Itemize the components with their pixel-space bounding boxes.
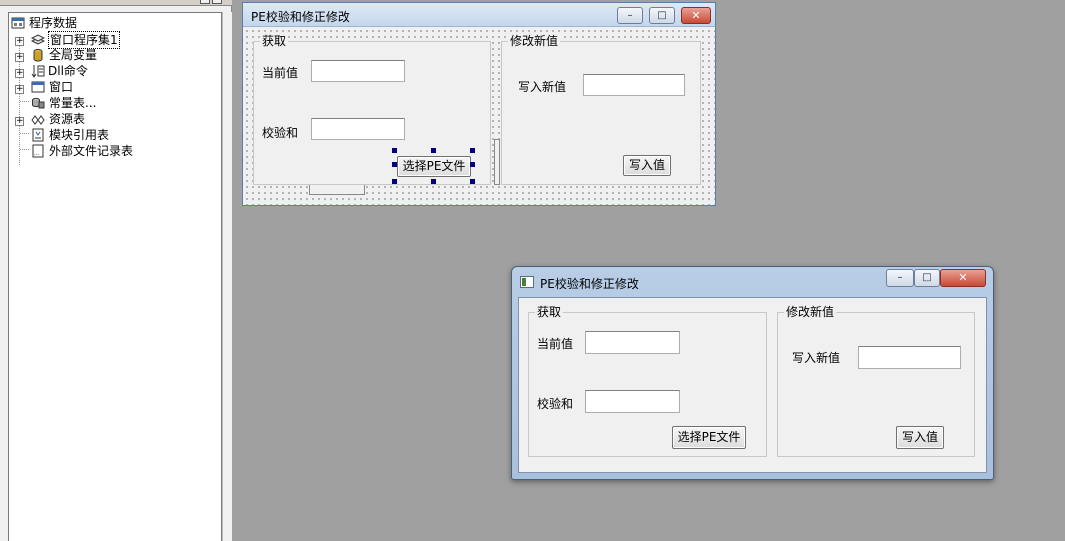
dll-command-icon bbox=[31, 65, 45, 78]
preview-write-value-button[interactable]: 写入值 bbox=[896, 426, 944, 449]
selection-handle[interactable] bbox=[392, 148, 397, 153]
get-groupbox[interactable]: 获取 当前值 校验和 选择PE文件 bbox=[253, 34, 491, 185]
program-data-icon bbox=[11, 17, 25, 29]
checksum-input[interactable] bbox=[311, 118, 405, 140]
svg-text:...: ... bbox=[34, 150, 40, 157]
close-icon: ✕ bbox=[958, 271, 968, 284]
preview-current-value-input[interactable] bbox=[585, 331, 680, 354]
preview-get-group-title: 获取 bbox=[535, 305, 564, 319]
selection-handle[interactable] bbox=[392, 162, 397, 167]
expand-toggle-window[interactable]: + bbox=[15, 85, 24, 94]
preview-close-button[interactable]: ✕ bbox=[940, 269, 986, 287]
selection-handle[interactable] bbox=[392, 179, 397, 184]
constant-table-icon bbox=[32, 97, 45, 109]
preview-new-value-input[interactable] bbox=[858, 346, 961, 369]
panel-topbar bbox=[0, 0, 232, 6]
preview-title: PE校验和修正修改 bbox=[540, 277, 639, 291]
tree-root[interactable]: 程序数据 bbox=[11, 15, 131, 31]
tree-item-label: 全局变量 bbox=[49, 48, 98, 62]
tree-item-module-ref[interactable]: 模块引用表 bbox=[31, 127, 141, 143]
tree-item-dll-command[interactable]: Dll命令 bbox=[31, 63, 141, 79]
maximize-icon: □ bbox=[922, 272, 932, 283]
resource-table-icon bbox=[31, 115, 45, 125]
divider-control[interactable] bbox=[494, 139, 500, 185]
window-icon bbox=[31, 81, 45, 93]
assembly-icon bbox=[31, 34, 45, 45]
global-var-icon bbox=[33, 49, 43, 62]
module-ref-icon bbox=[32, 128, 44, 142]
selection-handle[interactable] bbox=[470, 179, 475, 184]
preview-client-area: 获取 当前值 校验和 选择PE文件 修改新值 写入新值 写入值 bbox=[518, 297, 987, 473]
hidden-control-fragment[interactable] bbox=[309, 185, 365, 195]
tree-item-global-var[interactable]: 全局变量 bbox=[31, 47, 141, 63]
minimize-icon: – bbox=[627, 10, 633, 21]
current-value-label: 当前值 bbox=[262, 66, 299, 80]
designer-close-button[interactable]: ✕ bbox=[681, 7, 711, 24]
write-new-value-label: 写入新值 bbox=[518, 80, 567, 94]
checksum-label: 校验和 bbox=[262, 126, 299, 140]
preview-checksum-input[interactable] bbox=[585, 390, 680, 413]
minimize-icon: – bbox=[897, 272, 903, 283]
write-value-button[interactable]: 写入值 bbox=[623, 155, 671, 176]
designer-maximize-button[interactable]: □ bbox=[649, 7, 675, 24]
modify-groupbox[interactable]: 修改新值 写入新值 写入值 bbox=[501, 34, 701, 185]
tree-item-label: 外部文件记录表 bbox=[49, 144, 134, 158]
preview-maximize-button[interactable]: □ bbox=[914, 269, 940, 287]
selection-handle[interactable] bbox=[431, 179, 436, 184]
tree-item-label: 资源表 bbox=[49, 112, 86, 126]
tree-item-label: 模块引用表 bbox=[49, 128, 110, 142]
modify-group-title: 修改新值 bbox=[508, 34, 561, 48]
tree-connector bbox=[20, 133, 29, 134]
tree-item-assembly[interactable]: 窗口程序集1 bbox=[31, 31, 141, 49]
tree-item-constant-table[interactable]: 常量表... bbox=[31, 95, 141, 111]
maximize-icon: □ bbox=[657, 10, 667, 21]
tree-item-window[interactable]: 窗口 bbox=[31, 79, 141, 95]
new-value-input[interactable] bbox=[583, 74, 685, 96]
selection-handle[interactable] bbox=[470, 148, 475, 153]
tree-item-label: Dll命令 bbox=[48, 64, 88, 78]
current-value-input[interactable] bbox=[311, 60, 405, 82]
external-file-icon: ... bbox=[32, 144, 44, 158]
tree-connector bbox=[20, 101, 29, 102]
designer-titlebar[interactable]: PE校验和修正修改 – □ ✕ bbox=[243, 3, 715, 27]
panel-close-icon[interactable] bbox=[212, 0, 222, 4]
expand-toggle-resources[interactable]: + bbox=[15, 117, 24, 126]
preview-current-value-label: 当前值 bbox=[537, 337, 574, 351]
expand-toggle-assembly[interactable]: + bbox=[15, 37, 24, 46]
tree-item-resource-table[interactable]: 资源表 bbox=[31, 111, 141, 127]
preview-checksum-label: 校验和 bbox=[537, 397, 574, 411]
tree-item-label: 常量表... bbox=[49, 96, 97, 110]
close-icon: ✕ bbox=[691, 9, 701, 22]
program-data-panel: 程序数据 + 窗口程序集1 + 全局变量 + Dll命令 + 窗口 常量表...… bbox=[0, 0, 232, 541]
expand-toggle-dll[interactable]: + bbox=[15, 69, 24, 78]
tree-root-label: 程序数据 bbox=[29, 16, 78, 30]
preview-minimize-button[interactable]: – bbox=[886, 269, 914, 287]
form-designer-window[interactable]: PE校验和修正修改 – □ ✕ 获取 当前值 校验和 选择PE文件 修改新值 写… bbox=[242, 2, 716, 206]
panel-restore-icon[interactable] bbox=[200, 0, 210, 4]
preview-get-groupbox: 获取 当前值 校验和 选择PE文件 bbox=[528, 305, 767, 457]
tree-item-external-file[interactable]: ... 外部文件记录表 bbox=[31, 143, 161, 159]
tree-item-label: 窗口 bbox=[49, 80, 74, 94]
selection-handle[interactable] bbox=[470, 162, 475, 167]
expand-toggle-global-var[interactable]: + bbox=[15, 53, 24, 62]
designer-minimize-button[interactable]: – bbox=[617, 7, 643, 24]
app-icon bbox=[520, 276, 534, 288]
designer-title: PE校验和修正修改 bbox=[251, 10, 350, 24]
preview-write-new-value-label: 写入新值 bbox=[792, 351, 841, 365]
preview-modify-group-title: 修改新值 bbox=[784, 305, 837, 319]
selection-handle[interactable] bbox=[431, 148, 436, 153]
tree-connector bbox=[20, 149, 29, 150]
get-group-title: 获取 bbox=[260, 34, 289, 48]
preview-modify-groupbox: 修改新值 写入新值 写入值 bbox=[777, 305, 975, 457]
select-pe-file-button[interactable]: 选择PE文件 bbox=[397, 156, 471, 177]
preview-select-pe-file-button[interactable]: 选择PE文件 bbox=[672, 426, 746, 449]
program-tree[interactable]: 程序数据 + 窗口程序集1 + 全局变量 + Dll命令 + 窗口 常量表...… bbox=[8, 12, 222, 541]
tree-scrollbar[interactable] bbox=[222, 12, 232, 541]
pe-checksum-window[interactable]: PE校验和修正修改 – □ ✕ 获取 当前值 校验和 选择PE文件 修改新值 写… bbox=[511, 266, 994, 480]
